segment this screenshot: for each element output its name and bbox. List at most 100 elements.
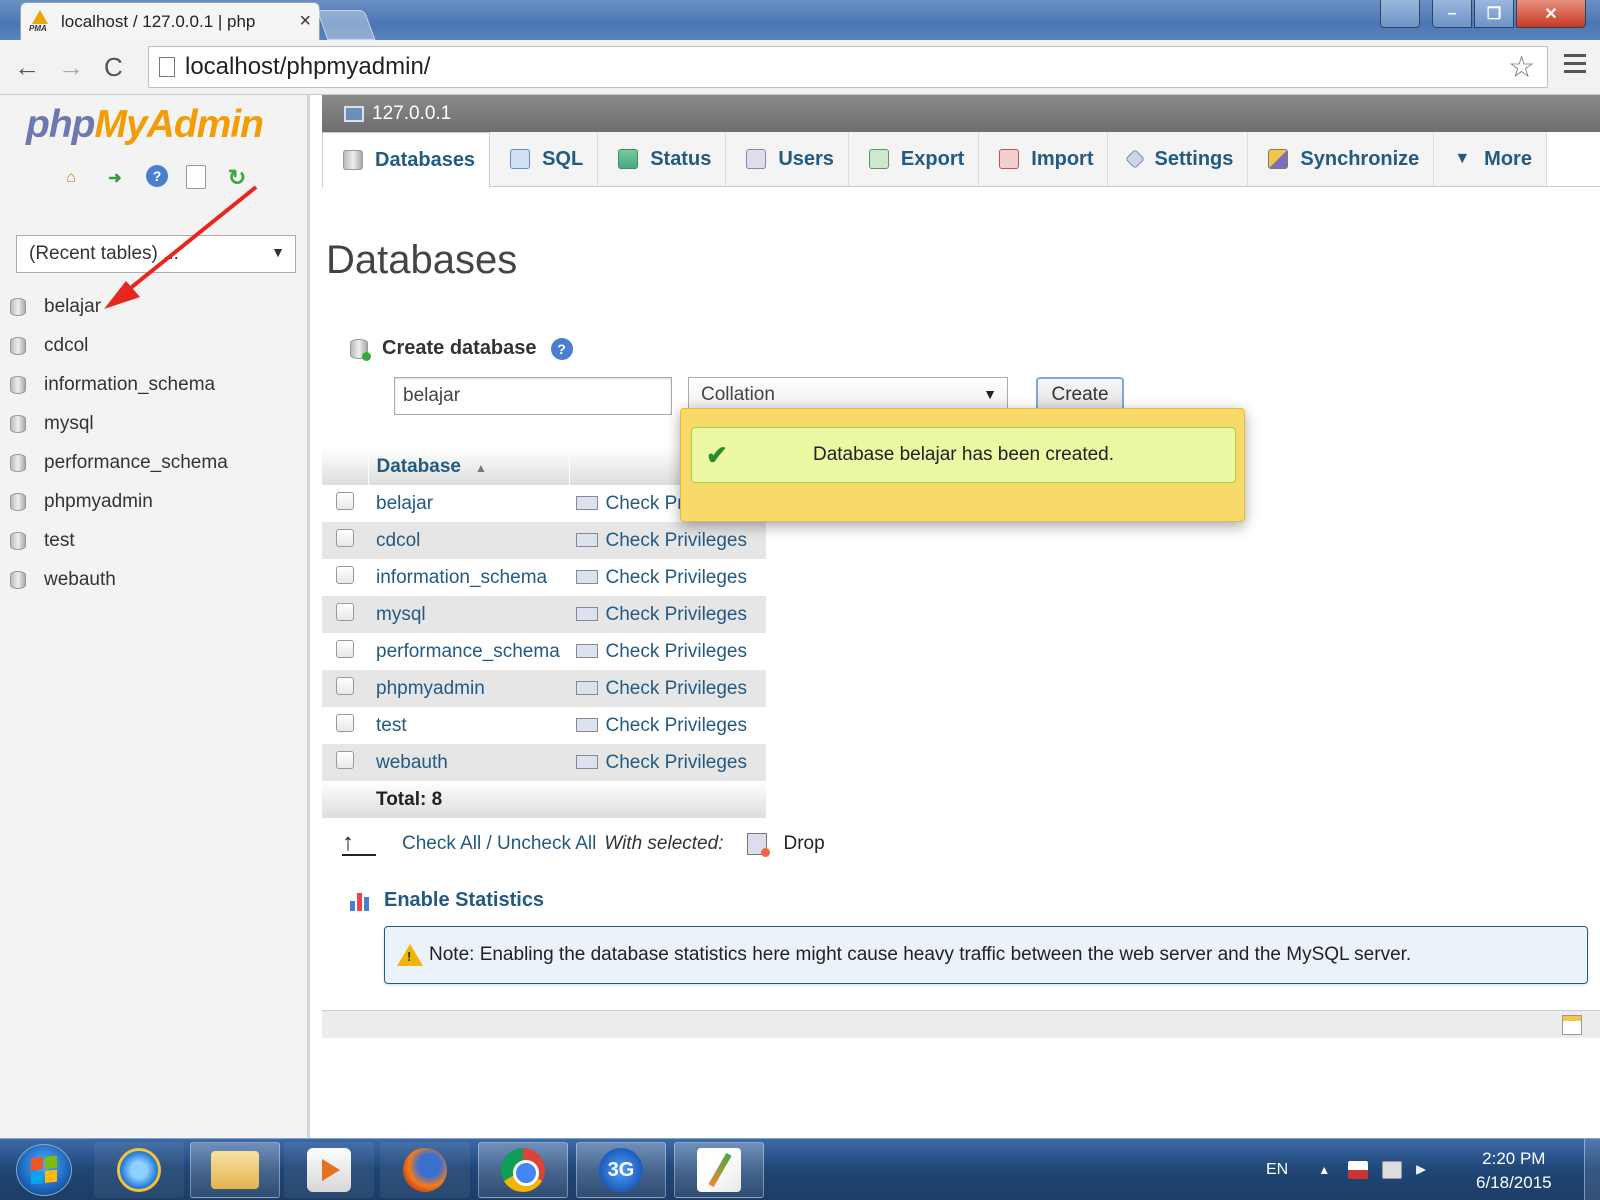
header-database[interactable]: Database ▲	[368, 448, 570, 485]
action-center-flag-icon[interactable]	[1348, 1161, 1369, 1179]
help-icon[interactable]: ?	[146, 165, 168, 187]
close-window-button[interactable]: ✕	[1516, 0, 1586, 28]
reload-navigation-icon[interactable]: ↻	[224, 165, 250, 191]
taskbar-screenshot-editor[interactable]	[674, 1142, 764, 1198]
address-bar[interactable]: localhost/phpmyadmin/ ☆	[148, 46, 1548, 88]
check-privileges-link[interactable]: Check Privileges	[569, 707, 766, 744]
tree-item-db[interactable]: cdcol	[0, 326, 300, 365]
enable-statistics-link[interactable]: Enable Statistics	[350, 889, 544, 912]
taskbar-chrome[interactable]	[478, 1142, 568, 1198]
tab-databases[interactable]: Databases	[322, 132, 491, 188]
tree-item-db[interactable]: information_schema	[0, 365, 300, 404]
taskbar-firefox[interactable]	[380, 1142, 470, 1198]
taskbar-explorer[interactable]	[190, 1142, 280, 1198]
home-icon[interactable]: ⌂	[58, 165, 84, 191]
header-database-label: Database	[376, 455, 462, 477]
tab-sql[interactable]: SQL	[490, 132, 599, 186]
row-checkbox[interactable]	[336, 602, 354, 621]
drop-icon[interactable]	[747, 833, 771, 857]
back-arrow-icon[interactable]: ←	[14, 52, 40, 83]
console-icon[interactable]	[1562, 1015, 1582, 1035]
row-checkbox[interactable]	[336, 491, 354, 510]
phpmyadmin-logo[interactable]: phpMyAdmin	[26, 103, 264, 147]
bookmark-star-icon[interactable]: ☆	[1508, 50, 1535, 85]
row-checkbox[interactable]	[336, 750, 354, 769]
warning-icon	[397, 944, 423, 966]
show-desktop-button[interactable]	[1584, 1139, 1600, 1200]
tab-label: Settings	[1154, 147, 1234, 170]
table-row: performance_schema Check Privileges	[322, 633, 766, 670]
check-privileges-label: Check Privileges	[605, 751, 748, 773]
tab-close-icon[interactable]: ×	[299, 10, 311, 33]
tab-more[interactable]: ▼ More	[1434, 132, 1547, 186]
database-name-link[interactable]: mysql	[368, 596, 570, 633]
check-privileges-link[interactable]: Check Privileges	[569, 744, 766, 781]
database-name-link[interactable]: belajar	[368, 485, 570, 522]
reload-icon[interactable]: C	[104, 52, 123, 83]
tree-item-db[interactable]: webauth	[0, 560, 300, 599]
tree-item-db[interactable]: performance_schema	[0, 443, 300, 482]
maximize-button[interactable]: ❐	[1474, 0, 1514, 28]
volume-icon[interactable]	[1416, 1165, 1427, 1175]
recent-tables-select[interactable]: (Recent tables) ... ▼	[16, 235, 296, 273]
row-checkbox[interactable]	[336, 676, 354, 695]
check-privileges-link[interactable]: Check Privileges	[569, 559, 766, 596]
tree-item-db[interactable]: test	[0, 521, 300, 560]
user-profile-icon[interactable]	[1380, 0, 1420, 28]
tab-label: Import	[1031, 147, 1094, 170]
success-message: Database belajar has been created.	[812, 444, 1115, 465]
check-privileges-link[interactable]: Check Privileges	[569, 596, 766, 633]
database-name-link[interactable]: test	[368, 707, 570, 744]
footer-empty-cell	[569, 781, 766, 818]
row-checkbox[interactable]	[336, 565, 354, 584]
browser-tab[interactable]: PMA localhost / 127.0.0.1 | php ×	[20, 2, 320, 40]
help-icon[interactable]: ?	[550, 337, 573, 360]
row-checkbox[interactable]	[336, 639, 354, 658]
tree-item-db[interactable]: phpmyadmin	[0, 482, 300, 521]
database-name-link[interactable]: webauth	[368, 744, 570, 781]
taskbar-3g-modem[interactable]: 3G	[576, 1142, 666, 1198]
server-label[interactable]: 127.0.0.1	[372, 103, 451, 125]
logout-icon[interactable]: ➜	[102, 165, 128, 191]
forward-arrow-icon[interactable]: →	[58, 52, 84, 83]
system-clock[interactable]: 2:20 PM 6/18/2015	[1476, 1147, 1552, 1195]
tree-item-db[interactable]: belajar	[0, 287, 300, 326]
privileges-icon	[575, 644, 598, 659]
taskbar-media-player[interactable]	[284, 1142, 374, 1198]
new-tab-button[interactable]	[316, 10, 376, 40]
check-all-link[interactable]: Check All / Uncheck All	[402, 833, 596, 855]
database-name-link[interactable]: phpmyadmin	[368, 670, 570, 707]
tab-import[interactable]: Import	[979, 132, 1109, 186]
start-button[interactable]	[16, 1144, 72, 1196]
language-indicator[interactable]: EN	[1266, 1161, 1288, 1179]
tab-synchronize[interactable]: Synchronize	[1248, 132, 1435, 186]
tab-settings[interactable]: Settings	[1108, 132, 1249, 186]
browser-toolbar: ← → C localhost/phpmyadmin/ ☆	[0, 40, 1600, 95]
check-privileges-link[interactable]: Check Privileges	[569, 633, 766, 670]
tab-export[interactable]: Export	[848, 132, 980, 186]
row-checkbox[interactable]	[336, 528, 354, 547]
tab-users[interactable]: Users	[726, 132, 849, 186]
row-checkbox[interactable]	[336, 713, 354, 732]
database-name-link[interactable]: information_schema	[368, 559, 570, 596]
database-name-link[interactable]: cdcol	[368, 522, 570, 559]
drop-button[interactable]: Drop	[783, 833, 824, 855]
tree-item-label: mysql	[44, 412, 94, 434]
minimize-button[interactable]: –	[1432, 0, 1472, 28]
check-privileges-link[interactable]: Check Privileges	[569, 670, 766, 707]
database-name-input[interactable]	[394, 377, 672, 415]
top-menu-tabs: Databases SQL Status Users Export Import…	[322, 132, 1600, 188]
documentation-icon[interactable]	[186, 165, 206, 189]
chrome-menu-icon[interactable]	[1564, 54, 1586, 78]
console-bar	[322, 1010, 1600, 1038]
taskbar-internet-explorer[interactable]	[94, 1142, 184, 1198]
show-hidden-icons-icon[interactable]: ▲	[1318, 1163, 1330, 1177]
database-name-link[interactable]: performance_schema	[368, 633, 570, 670]
network-icon[interactable]	[1382, 1161, 1403, 1179]
check-privileges-link[interactable]: Check Privileges	[569, 522, 766, 559]
import-icon	[999, 149, 1020, 169]
tree-item-db[interactable]: mysql	[0, 404, 300, 443]
tree-item-label: cdcol	[44, 334, 89, 356]
statistics-note-text: Note: Enabling the database statistics h…	[429, 944, 1412, 965]
tab-status[interactable]: Status	[598, 132, 727, 186]
